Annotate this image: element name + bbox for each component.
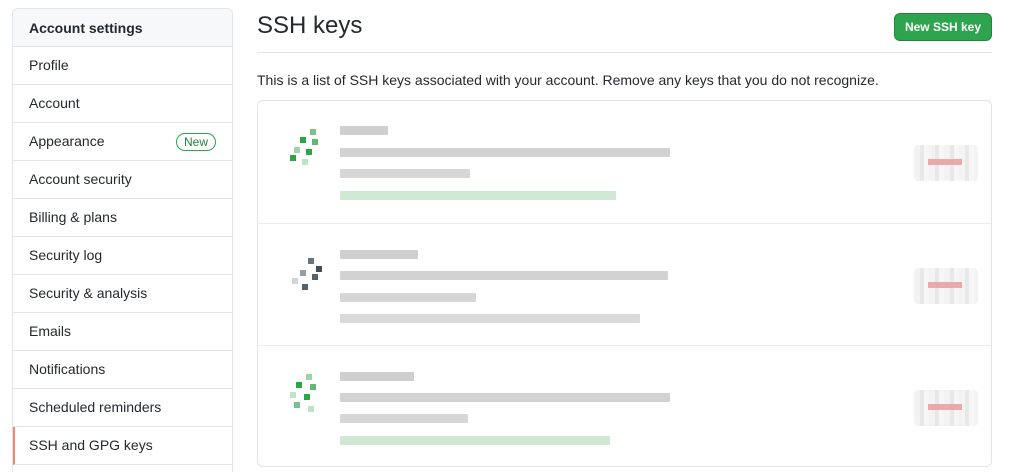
sidebar-item-appearance[interactable]: Appearance New	[13, 123, 232, 161]
sidebar-item-label: Profile	[29, 57, 69, 73]
sidebar-item-label: Security log	[29, 247, 103, 263]
delete-key-button[interactable]	[914, 390, 978, 426]
sidebar-header: Account settings	[13, 9, 232, 47]
new-badge: New	[175, 132, 216, 151]
sidebar-item-label: Emails	[29, 323, 72, 339]
key-last-used-redacted	[340, 436, 610, 445]
sidebar-item-label: Billing & plans	[29, 209, 117, 225]
sidebar-item-billing[interactable]: Billing & plans	[13, 199, 232, 237]
ssh-key-row	[258, 101, 991, 223]
settings-sidebar: Account settings Profile Account Appeara…	[12, 8, 233, 472]
key-last-used-redacted	[340, 191, 616, 200]
sidebar-item-label: Notifications	[29, 361, 106, 377]
sidebar-item-security-log[interactable]: Security log	[13, 237, 232, 275]
sidebar-item-account[interactable]: Account	[13, 85, 232, 123]
key-icon	[288, 374, 326, 414]
sidebar-item-label: SSH and GPG keys	[29, 437, 153, 453]
key-title-redacted	[340, 372, 414, 381]
sidebar-item-label: Scheduled reminders	[29, 399, 162, 415]
key-fingerprint-redacted	[340, 148, 670, 157]
sidebar-item-account-security[interactable]: Account security	[13, 161, 232, 199]
key-icon	[288, 129, 326, 169]
sidebar-item-label: Security & analysis	[29, 285, 148, 301]
sidebar-item-scheduled-reminders[interactable]: Scheduled reminders	[13, 389, 232, 427]
key-title-redacted	[340, 250, 418, 259]
delete-key-button[interactable]	[914, 268, 978, 304]
ssh-keys-list	[257, 100, 992, 467]
key-icon	[288, 252, 326, 292]
sidebar-item-ssh-gpg-keys[interactable]: SSH and GPG keys	[13, 427, 232, 465]
key-title-redacted	[340, 126, 388, 135]
key-added-redacted	[340, 293, 476, 302]
header-divider	[257, 52, 992, 53]
ssh-key-row	[258, 345, 991, 466]
sidebar-item-profile[interactable]: Profile	[13, 47, 232, 85]
page-title: SSH keys	[257, 12, 363, 39]
delete-key-button[interactable]	[914, 145, 978, 181]
new-ssh-key-button[interactable]: New SSH key	[894, 13, 992, 41]
key-fingerprint-redacted	[340, 271, 668, 280]
sidebar-item-notifications[interactable]: Notifications	[13, 351, 232, 389]
key-last-used-redacted	[340, 314, 640, 323]
sidebar-item-label: Account security	[29, 171, 132, 187]
page-description: This is a list of SSH keys associated wi…	[257, 72, 879, 88]
sidebar-item-label: Appearance	[29, 133, 105, 149]
sidebar-item-label: Account	[29, 95, 80, 111]
key-added-redacted	[340, 169, 470, 178]
key-added-redacted	[340, 414, 468, 423]
key-fingerprint-redacted	[340, 393, 670, 402]
ssh-key-row	[258, 223, 991, 345]
sidebar-item-emails[interactable]: Emails	[13, 313, 232, 351]
sidebar-item-security-analysis[interactable]: Security & analysis	[13, 275, 232, 313]
